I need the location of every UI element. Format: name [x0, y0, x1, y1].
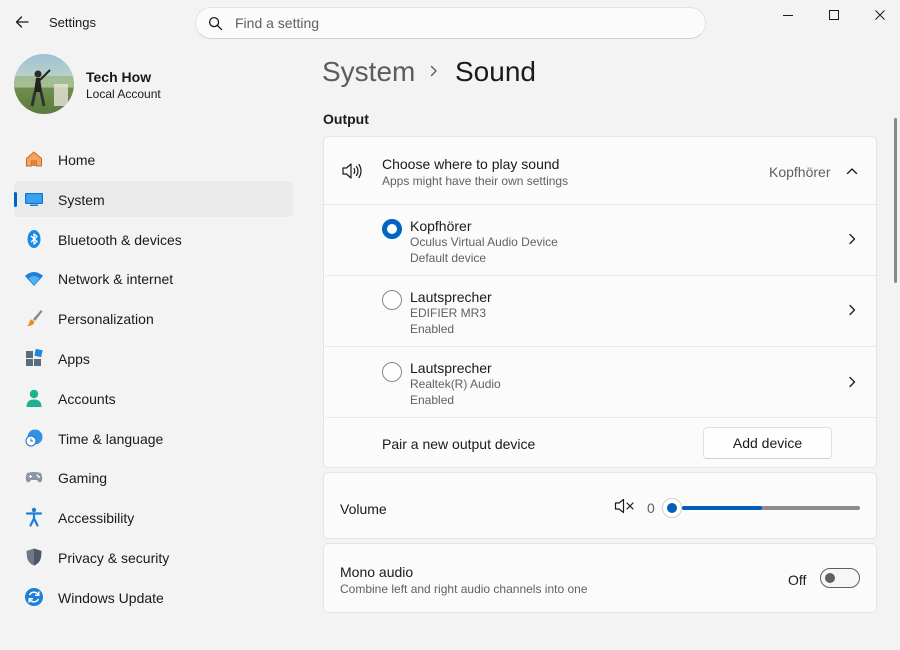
wifi-icon — [24, 268, 44, 288]
breadcrumb-chevron-icon — [427, 64, 441, 83]
chevron-right-icon[interactable] — [845, 232, 859, 251]
toggle-knob — [825, 573, 835, 583]
sidebar-item-label: Accessibility — [58, 510, 135, 527]
device-status: Default device — [410, 251, 487, 265]
sidebar-nav: Home System Bluetooth & devices Network … — [14, 141, 293, 619]
title-bar: Settings — [0, 0, 900, 46]
divider — [325, 417, 876, 418]
volume-slider-thumb[interactable] — [662, 498, 682, 518]
sidebar-item-time-language[interactable]: Time & language — [14, 420, 293, 456]
output-card: Choose where to play sound Apps might ha… — [323, 136, 877, 468]
device-description: Realtek(R) Audio — [410, 377, 501, 391]
minimize-icon — [783, 15, 793, 16]
speaker-icon — [341, 162, 363, 185]
accessibility-icon — [24, 507, 44, 527]
chevron-up-icon[interactable] — [845, 164, 859, 183]
output-device-row[interactable]: Kopfhörer Oculus Virtual Audio Device De… — [324, 205, 876, 275]
gamepad-icon — [24, 467, 44, 487]
mono-audio-toggle[interactable] — [820, 568, 860, 588]
mono-audio-subtitle: Combine left and right audio channels in… — [340, 582, 588, 596]
update-icon — [24, 587, 44, 607]
device-status: Enabled — [410, 322, 455, 336]
sidebar-item-windows-update[interactable]: Windows Update — [14, 579, 293, 615]
device-radio-unselected[interactable] — [382, 290, 402, 310]
sidebar-item-label: System — [58, 191, 105, 208]
home-icon — [24, 149, 44, 169]
mono-audio-card: Mono audio Combine left and right audio … — [323, 543, 877, 613]
device-name: Lautsprecher — [410, 289, 492, 305]
sidebar-item-personalization[interactable]: Personalization — [14, 300, 293, 336]
sidebar-item-apps[interactable]: Apps — [14, 340, 293, 376]
volume-slider-fill — [682, 506, 763, 510]
apps-icon — [24, 348, 44, 368]
mono-audio-state-label: Off — [788, 572, 807, 588]
add-device-button[interactable]: Add device — [703, 427, 832, 459]
sidebar-item-label: Windows Update — [58, 589, 164, 606]
device-radio-unselected[interactable] — [382, 362, 402, 382]
sidebar-item-network[interactable]: Network & internet — [14, 260, 293, 296]
choose-output-subtitle: Apps might have their own settings — [382, 174, 569, 188]
clock-globe-icon — [24, 428, 44, 448]
avatar — [14, 54, 74, 114]
output-device-row[interactable]: Lautsprecher Realtek(R) Audio Enabled — [324, 347, 876, 417]
sidebar-item-bluetooth[interactable]: Bluetooth & devices — [14, 221, 293, 257]
chevron-right-icon[interactable] — [845, 375, 859, 394]
bluetooth-icon — [24, 229, 44, 249]
output-section-title: Output — [323, 111, 369, 127]
sidebar-item-label: Privacy & security — [58, 549, 170, 566]
device-description: Oculus Virtual Audio Device — [410, 235, 558, 249]
device-description: EDIFIER MR3 — [410, 306, 487, 320]
search-icon — [208, 16, 223, 30]
sidebar-item-label: Time & language — [58, 430, 164, 447]
device-radio-selected[interactable] — [382, 219, 402, 239]
choose-output-title: Choose where to play sound — [382, 156, 560, 172]
sidebar-item-label: Apps — [58, 350, 90, 367]
volume-value: 0 — [647, 500, 655, 516]
volume-card: Volume 0 — [323, 472, 877, 539]
search-input[interactable] — [235, 15, 675, 31]
sidebar-item-privacy-security[interactable]: Privacy & security — [14, 539, 293, 575]
sidebar-item-label: Gaming — [58, 470, 108, 487]
search-box[interactable] — [195, 7, 706, 39]
output-device-row[interactable]: Lautsprecher EDIFIER MR3 Enabled — [324, 276, 876, 346]
mono-audio-title: Mono audio — [340, 564, 414, 580]
sidebar-item-label: Bluetooth & devices — [58, 231, 182, 248]
sidebar-item-label: Network & internet — [58, 271, 174, 288]
profile-account-type: Local Account — [86, 87, 161, 101]
maximize-button[interactable] — [811, 0, 857, 30]
device-status: Enabled — [410, 393, 455, 407]
accounts-icon — [24, 388, 44, 408]
sidebar-item-label: Home — [58, 152, 96, 168]
chevron-right-icon[interactable] — [845, 303, 859, 322]
minimize-button[interactable] — [765, 0, 811, 30]
system-icon — [24, 189, 44, 209]
volume-slider-track[interactable] — [682, 506, 860, 510]
sidebar-item-home[interactable]: Home — [14, 141, 293, 177]
sidebar-item-gaming[interactable]: Gaming — [14, 459, 293, 495]
speaker-muted-icon[interactable] — [614, 498, 636, 519]
maximize-icon — [829, 10, 839, 20]
back-arrow-icon — [15, 16, 29, 28]
choose-output-current-value: Kopfhörer — [769, 164, 831, 180]
device-name: Lautsprecher — [410, 360, 492, 376]
choose-output-header[interactable]: Choose where to play sound Apps might ha… — [324, 137, 876, 204]
shield-icon — [24, 547, 44, 567]
close-button[interactable] — [857, 0, 900, 30]
volume-label: Volume — [340, 501, 387, 517]
pair-output-device-label: Pair a new output device — [382, 436, 536, 452]
back-button[interactable] — [8, 8, 36, 36]
page-title: Sound — [455, 56, 536, 87]
scrollbar[interactable] — [894, 118, 897, 283]
sidebar-item-accounts[interactable]: Accounts — [14, 380, 293, 416]
sidebar-item-system[interactable]: System — [14, 180, 293, 217]
sidebar-item-label: Accounts — [58, 390, 116, 407]
sidebar-item-label: Personalization — [58, 311, 154, 328]
app-title: Settings — [49, 15, 96, 30]
profile-name: Tech How — [86, 69, 152, 85]
sidebar-item-accessibility[interactable]: Accessibility — [14, 499, 293, 535]
device-name: Kopfhörer — [410, 218, 472, 234]
breadcrumb-parent[interactable]: System — [322, 56, 415, 88]
brush-icon — [24, 308, 44, 328]
close-icon — [875, 10, 885, 20]
